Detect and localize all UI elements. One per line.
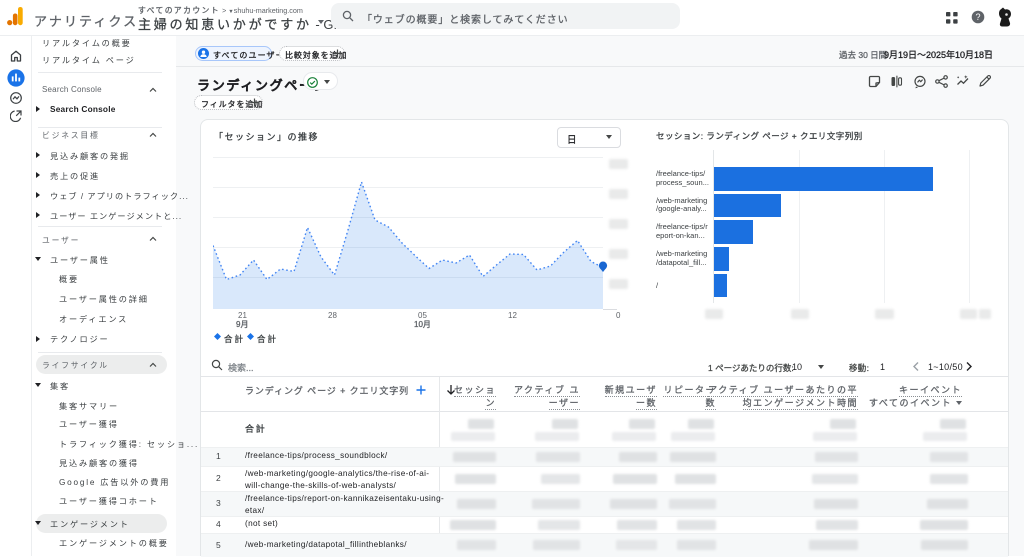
svg-text:?: ?	[975, 12, 980, 22]
